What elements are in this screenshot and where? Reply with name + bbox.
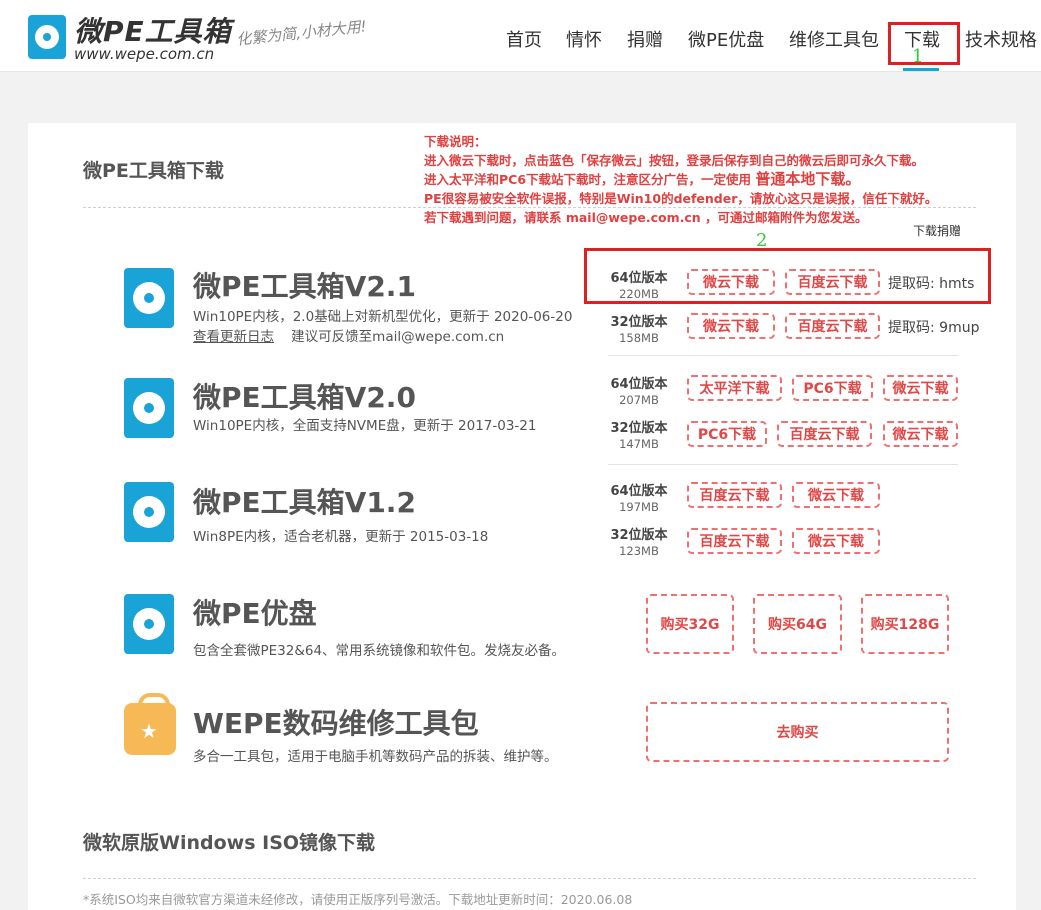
product-desc-v21: Win10PE内核，2.0基础上对新机型优化，更新于 2020-06-20 (193, 309, 573, 325)
product-title-v21: 微PE工具箱V2.1 (193, 270, 416, 303)
logo-title[interactable]: 微PE工具箱 (74, 10, 232, 50)
logo-url: www.wepe.com.cn (74, 45, 215, 63)
nav-donate[interactable]: 捐赠 (627, 26, 663, 52)
row-separator (608, 464, 958, 465)
product-title-v12: 微PE工具箱V1.2 (193, 486, 416, 519)
notice-line-2-emphasis: 普通本地下载。 (755, 170, 861, 188)
logo-disc-icon[interactable] (28, 15, 66, 59)
product-title-v20: 微PE工具箱V2.0 (193, 381, 416, 414)
nav-udisk[interactable]: 微PE优盘 (688, 26, 764, 52)
notice-line-2: 进入太平洋和PC6下载站下载时，注意区分广告，一定使用 (424, 172, 752, 187)
baidu-download-button[interactable]: 百度云下载 (687, 482, 782, 508)
weiyun-download-button[interactable]: 微云下载 (792, 528, 880, 554)
baidu-download-button[interactable]: 百度云下载 (785, 313, 880, 339)
weiyun-download-button[interactable]: 微云下载 (687, 313, 775, 339)
annotation-box-1 (888, 22, 960, 65)
version-64-v20: 64位版本 207MB (610, 377, 668, 407)
product-desc-udisk: 包含全套微PE32&64、常用系统镜像和软件包。发烧友必备。 (193, 643, 566, 659)
version-32-v20: 32位版本 147MB (610, 421, 668, 451)
product-title-toolkit: WEPE数码维修工具包 (193, 707, 479, 740)
buy-32g-button[interactable]: 购买32G (646, 594, 734, 654)
pc6-download-button[interactable]: PC6下载 (687, 421, 767, 447)
baidu-download-button[interactable]: 百度云下载 (687, 528, 782, 554)
pe-disc-icon (124, 482, 174, 542)
version-32-v21: 32位版本 158MB (610, 315, 668, 345)
weiyun-download-button[interactable]: 微云下载 (883, 421, 958, 447)
nav-story[interactable]: 情怀 (566, 26, 602, 52)
pe-disc-icon (124, 268, 174, 328)
donate-link[interactable]: 下载捐赠 (913, 222, 961, 239)
notice-heading: 下载说明： (424, 134, 487, 149)
download-card (28, 123, 1016, 910)
slogan: 化繁为简,小材大用! (235, 17, 368, 49)
iso-footnote: *系统ISO均来自微软官方渠道未经修改，请使用正版序列号激活。下载地址更新时间：… (83, 892, 633, 907)
annotation-box-2 (584, 248, 991, 304)
pe-disc-icon (124, 378, 174, 438)
buy-64g-button[interactable]: 购买64G (753, 594, 842, 654)
pe-disc-icon (124, 594, 174, 654)
weiyun-download-button[interactable]: 微云下载 (883, 375, 958, 401)
product-desc-v12: Win8PE内核，适合老机器，更新于 2015-03-18 (193, 529, 489, 545)
notice-line-1: 进入微云下载时，点击蓝色「保存微云」按钮，登录后保存到自己的微云后即可永久下载。 (424, 153, 925, 168)
product-title-udisk: 微PE优盘 (193, 597, 317, 630)
product-meta-v21: 查看更新日志 建议可反馈至mail@wepe.com.cn (193, 325, 504, 345)
product-desc-v20: Win10PE内核，全面支持NVME盘，更新于 2017-03-21 (193, 418, 537, 434)
extract-code: 提取码: 9mup (888, 320, 980, 336)
section-title-windows-iso: 微软原版Windows ISO镜像下载 (83, 832, 376, 854)
site-header: 微PE工具箱 www.wepe.com.cn 化繁为简,小材大用! 首页 情怀 … (0, 0, 1041, 72)
shopping-bag-icon: ★ (124, 693, 176, 755)
row-separator (608, 355, 958, 356)
feedback-text: 建议可反馈至mail@wepe.com.cn (291, 329, 505, 345)
section-divider (83, 878, 976, 879)
notice-line-4: 若下载遇到问题，请联系 mail@wepe.com.cn ，可通过邮箱附件为您发… (424, 210, 868, 225)
nav-home[interactable]: 首页 (506, 26, 542, 52)
changelog-link[interactable]: 查看更新日志 (193, 329, 274, 345)
version-32-v12: 32位版本 123MB (610, 528, 668, 558)
pconline-download-button[interactable]: 太平洋下载 (687, 375, 782, 401)
annotation-label-2: 2 (756, 230, 768, 251)
go-buy-button[interactable]: 去购买 (646, 702, 949, 762)
download-notice: 下载说明： 进入微云下载时，点击蓝色「保存微云」按钮，登录后保存到自己的微云后即… (424, 132, 937, 227)
weiyun-download-button[interactable]: 微云下载 (792, 482, 880, 508)
nav-active-indicator (903, 68, 939, 71)
baidu-download-button[interactable]: 百度云下载 (777, 421, 872, 447)
nav-toolkit[interactable]: 维修工具包 (789, 26, 879, 52)
buy-128g-button[interactable]: 购买128G (861, 594, 949, 654)
product-desc-toolkit: 多合一工具包，适用于电脑手机等数码产品的拆装、维护等。 (193, 749, 558, 765)
version-64-v12: 64位版本 197MB (610, 484, 668, 514)
annotation-label-1: 1 (912, 46, 924, 67)
section-title-pe-download: 微PE工具箱下载 (83, 160, 224, 182)
nav-specs[interactable]: 技术规格 (965, 26, 1037, 52)
pc6-download-button[interactable]: PC6下载 (792, 375, 873, 401)
notice-line-3: PE很容易被安全软件误报，特别是Win10的defender，请放心这只是误报，… (424, 191, 938, 206)
